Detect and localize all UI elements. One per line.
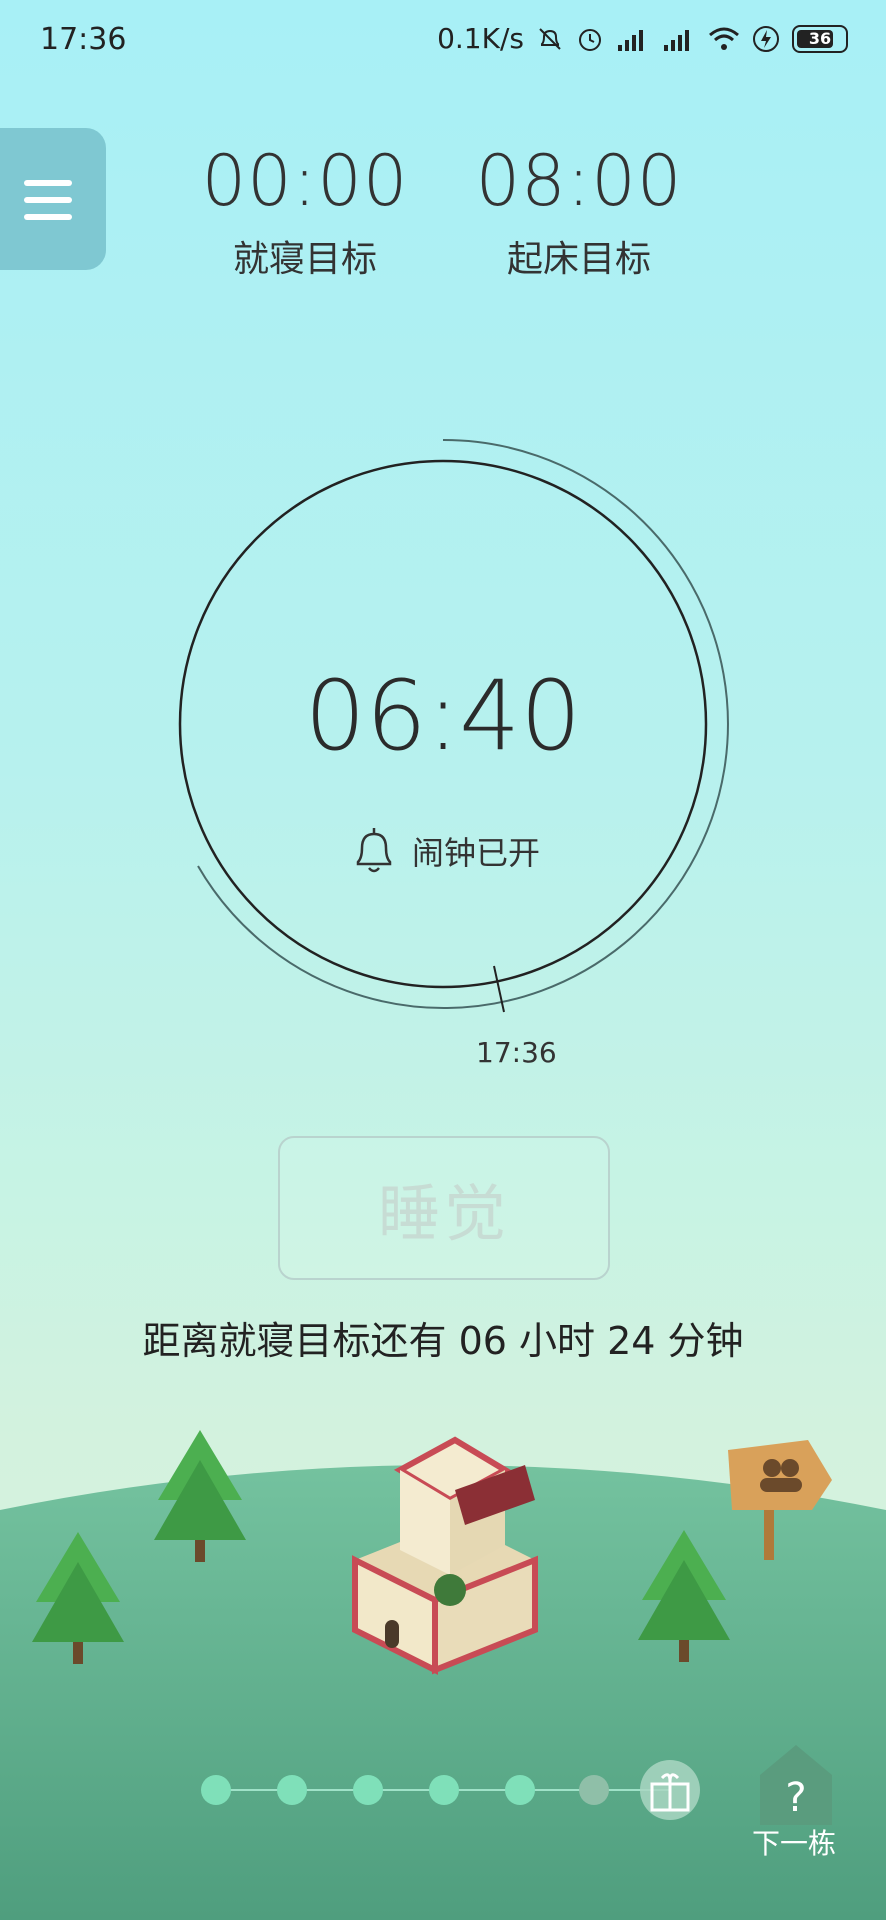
menu-icon-line — [24, 214, 72, 220]
alarm-status[interactable]: 闹钟已开 — [350, 824, 540, 878]
bell-icon — [356, 828, 392, 873]
progress-dot — [353, 1775, 383, 1805]
menu-button[interactable] — [0, 128, 106, 270]
status-bar: 17:36 0.1K/s 36 — [0, 0, 886, 80]
status-time: 17:36 — [40, 22, 127, 57]
clock-current-tick — [493, 965, 505, 1013]
menu-icon-line — [24, 197, 72, 203]
alarm-icon — [579, 28, 601, 51]
bedtime-goal[interactable]: 00:00 就寝目标 — [195, 140, 415, 282]
alarm-status-label: 闹钟已开 — [412, 834, 541, 872]
hd-signal-icon — [618, 29, 643, 51]
progress-dot — [429, 1775, 459, 1805]
charging-icon — [753, 25, 779, 52]
network-speed: 0.1K/s — [437, 22, 524, 55]
sleep-button-label: 睡觉 — [377, 1177, 510, 1250]
time-remaining: 06:40 — [304, 660, 582, 772]
battery-icon: 36 — [792, 24, 848, 53]
wifi-icon — [709, 27, 739, 50]
gift-icon — [640, 1760, 700, 1820]
menu-icon — [24, 180, 72, 186]
wake-goal[interactable]: 08:00 起床目标 — [469, 140, 689, 282]
mute-bell-icon — [539, 27, 561, 50]
countdown-text: 距离就寝目标还有 06 小时 24 分钟 — [142, 1319, 744, 1363]
progress-dot — [277, 1775, 307, 1805]
progress-dot — [505, 1775, 535, 1805]
progress-dot — [579, 1775, 609, 1805]
svg-text:?: ? — [785, 1775, 806, 1821]
signal-icon — [664, 29, 689, 51]
current-time-marker: 17:36 — [476, 1036, 557, 1069]
progress-dot — [201, 1775, 231, 1805]
next-building-label[interactable]: 下一栋 — [752, 1822, 836, 1862]
sleep-button[interactable]: 睡觉 — [278, 1136, 610, 1280]
bedtime-goal-time: 00:00 — [201, 140, 409, 222]
status-icons: 0.1K/s 36 — [437, 22, 848, 55]
wake-goal-label: 起床目标 — [506, 239, 651, 280]
building-progress — [201, 1760, 700, 1820]
bedtime-goal-label: 就寝目标 — [232, 239, 377, 280]
wake-goal-time: 08:00 — [475, 140, 683, 222]
